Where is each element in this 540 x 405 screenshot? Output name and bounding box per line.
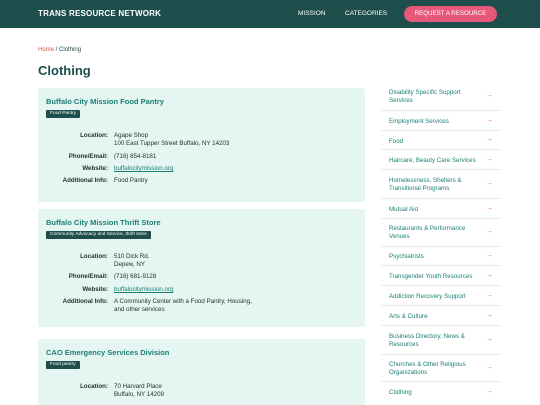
sidebar-item-churches[interactable]: Churches & Other Religious Organizations	[389, 361, 499, 376]
site-logo[interactable]: TRANS RESOURCE NETWORK	[38, 9, 161, 18]
phone-label: Phone/Email:	[68, 153, 108, 160]
page-title: Clothing	[38, 63, 91, 78]
location-line-2: Buffalo, NY 14209	[114, 391, 164, 398]
location-label: Location:	[80, 253, 108, 260]
resource-title[interactable]: Buffalo City Mission Thrift Store	[46, 218, 161, 227]
category-badge: Community Advocacy and Service, thrift s…	[46, 231, 151, 239]
additional-info-line-1: A Community Center with a Food Pantry, H…	[114, 298, 252, 305]
divider	[381, 246, 501, 247]
arrow-right-icon[interactable]: →	[486, 312, 493, 319]
arrow-right-icon[interactable]: →	[486, 388, 493, 395]
location-line-1: 70 Harvard Place	[114, 383, 162, 390]
website-link[interactable]: buffalocitymission.org	[114, 286, 173, 293]
sidebar-item-haircare[interactable]: Haircare, Beauty Care Services	[389, 157, 499, 165]
website-label: Website:	[82, 165, 108, 172]
breadcrumb: Home / Clothing	[38, 47, 81, 53]
arrow-right-icon[interactable]: →	[486, 205, 493, 212]
location-line-2: Depew, NY	[114, 261, 145, 268]
divider	[381, 354, 501, 355]
location-line-1: 510 Dick Rd.	[114, 253, 150, 260]
divider	[381, 285, 501, 286]
divider	[381, 265, 501, 266]
additional-info-value: Food Pantry	[114, 177, 148, 184]
sidebar-item-disability[interactable]: Disability Specific Support Services	[389, 89, 499, 104]
sidebar-item-addiction-recovery[interactable]: Addiction Recovery Support	[389, 293, 499, 301]
top-navigation-bar: TRANS RESOURCE NETWORK MISSION CATEGORIE…	[0, 0, 540, 28]
sidebar-item-arts-culture[interactable]: Arts & Culture	[389, 313, 499, 321]
arrow-right-icon[interactable]: →	[486, 272, 493, 279]
additional-info-label: Additional Info:	[62, 177, 108, 184]
resource-title[interactable]: CAO Emergency Services Division	[46, 348, 169, 357]
arrow-right-icon[interactable]: →	[486, 180, 493, 187]
divider	[381, 110, 501, 111]
divider	[381, 218, 501, 219]
sidebar-item-food[interactable]: Food	[389, 138, 499, 146]
resource-card: CAO Emergency Services Division Food pan…	[38, 339, 365, 405]
sidebar-item-mutual-aid[interactable]: Mutual Aid	[389, 206, 499, 214]
website-label: Website:	[82, 286, 108, 293]
sidebar-item-restaurants[interactable]: Restaurants & Performance Venues	[389, 225, 499, 240]
divider	[381, 325, 501, 326]
divider	[381, 305, 501, 306]
arrow-right-icon[interactable]: →	[486, 228, 493, 235]
additional-info-line-2: and other services	[114, 306, 165, 313]
phone-label: Phone/Email:	[68, 273, 108, 280]
arrow-right-icon[interactable]: →	[486, 92, 493, 99]
sidebar-item-psychiatrists[interactable]: Psychiatrists	[389, 253, 499, 261]
sidebar-item-clothing[interactable]: Clothing	[389, 389, 499, 397]
phone-value: (716) 681-9128	[114, 273, 157, 280]
sidebar-item-employment[interactable]: Employment Services	[389, 118, 499, 126]
category-badge: Food pantry	[46, 361, 80, 369]
resource-title[interactable]: Buffalo City Mission Food Pantry	[46, 97, 164, 106]
sidebar-item-business-directory[interactable]: Business Directory, News & Resources	[389, 333, 499, 348]
breadcrumb-current: Clothing	[59, 47, 82, 53]
divider	[381, 130, 501, 131]
website-link[interactable]: buffalocitymission.org	[114, 165, 173, 172]
resource-card: Buffalo City Mission Thrift Store Commun…	[38, 209, 365, 327]
divider	[381, 149, 501, 150]
arrow-right-icon[interactable]: →	[486, 252, 493, 259]
nav-link-categories[interactable]: CATEGORIES	[345, 10, 387, 17]
location-label: Location:	[80, 383, 108, 390]
arrow-right-icon[interactable]: →	[486, 364, 493, 371]
sidebar-item-transgender-youth[interactable]: Transgender Youth Resources	[389, 273, 499, 281]
location-line-1: Agape Shop	[114, 132, 149, 139]
nav-link-mission[interactable]: MISSION	[298, 10, 325, 17]
divider	[381, 198, 501, 199]
request-resource-button[interactable]: REQUEST A RESOURCE	[404, 6, 497, 22]
category-badge: Food Pantry	[46, 110, 81, 118]
additional-info-label: Additional Info:	[62, 298, 108, 305]
arrow-right-icon[interactable]: →	[486, 156, 493, 163]
arrow-right-icon[interactable]: →	[486, 336, 493, 343]
resource-card: Buffalo City Mission Food Pantry Food Pa…	[38, 88, 365, 202]
arrow-right-icon[interactable]: →	[486, 117, 493, 124]
divider	[381, 381, 501, 382]
arrow-right-icon[interactable]: →	[486, 136, 493, 143]
divider	[381, 169, 501, 170]
breadcrumb-home-link[interactable]: Home	[38, 47, 54, 53]
sidebar-item-homelessness[interactable]: Homelessness, Shelters & Transitional Pro…	[389, 177, 499, 192]
location-label: Location:	[80, 132, 108, 139]
location-line-2: 100 East Tupper Street Buffalo, NY 14203	[114, 140, 230, 147]
arrow-right-icon[interactable]: →	[486, 292, 493, 299]
phone-value: (716) 854-8181	[114, 153, 157, 160]
